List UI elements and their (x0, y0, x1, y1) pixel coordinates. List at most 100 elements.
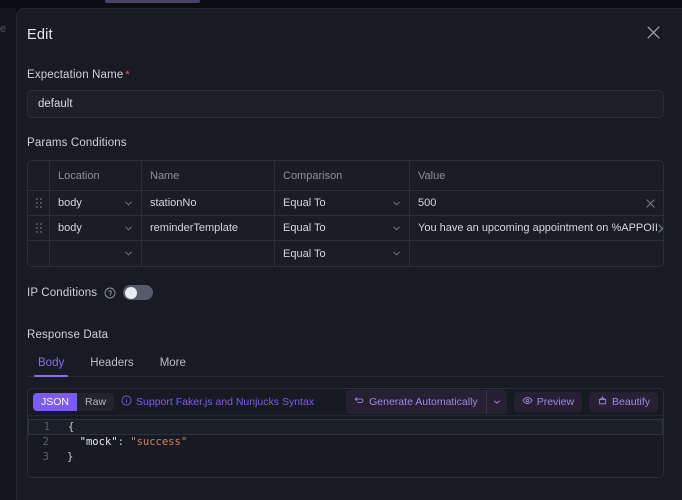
dialog-body: Expectation Name* Params Conditions Loca… (17, 69, 682, 478)
beautify-label: Beautify (612, 396, 650, 408)
header-cell-location: Location (50, 161, 142, 190)
expectation-name-label: Expectation Name * (27, 69, 664, 81)
chevron-down-icon (124, 249, 133, 258)
table-row-new: Equal To (28, 241, 663, 266)
expectation-name-input[interactable] (27, 90, 664, 118)
editor-toolbar: JSON Raw Support Faker.js and Nunjucks S… (28, 389, 663, 416)
row-drag-handle[interactable] (28, 191, 50, 215)
close-icon (646, 26, 660, 44)
faker-syntax-hint-text: Support Faker.js and Nunjucks Syntax (136, 396, 315, 408)
params-conditions-label: Params Conditions (27, 137, 127, 149)
header-cell-value: Value (418, 169, 446, 182)
drag-handle-icon (35, 198, 42, 208)
magic-wand-icon (597, 395, 608, 409)
preview-label: Preview (536, 396, 575, 408)
code-line[interactable]: 1 { (28, 419, 663, 435)
line-number: 2 (42, 436, 49, 448)
cell-value[interactable] (410, 241, 663, 266)
line-number: 3 (42, 451, 49, 463)
dialog-header: Edit (17, 9, 682, 61)
cell-value-text: You have an upcoming appointment on %APP… (418, 222, 658, 234)
background-ghost-text: e (0, 23, 7, 35)
cell-location[interactable]: body (50, 191, 142, 215)
response-data-label: Response Data (27, 329, 109, 341)
code-line[interactable]: 3 } (28, 450, 663, 465)
chevron-down-icon (392, 249, 401, 258)
cell-location[interactable]: body (50, 216, 142, 240)
table-header-row: Location Name Comparison Value (28, 161, 663, 191)
cell-name[interactable]: stationNo (142, 191, 275, 215)
cell-location-value: body (58, 222, 82, 234)
generate-dropdown-button[interactable] (487, 390, 507, 414)
beautify-button[interactable]: Beautify (589, 392, 658, 412)
format-toggle-group: JSON Raw (33, 393, 115, 411)
table-row: body reminderTemplate Equal To You have (28, 216, 663, 241)
cell-value-text: 500 (418, 197, 437, 209)
cell-comparison-value: Equal To (283, 197, 326, 209)
chevron-down-icon (493, 393, 501, 411)
delete-row-icon[interactable] (646, 198, 655, 208)
chevron-down-icon (124, 199, 133, 208)
background-left-strip (0, 8, 16, 500)
generate-automatically-split-button: Generate Automatically (346, 390, 507, 414)
preview-button[interactable]: Preview (513, 392, 583, 412)
page-title: Edit (27, 27, 53, 43)
background-tab-indicator (105, 0, 200, 3)
cell-name[interactable] (142, 241, 275, 266)
cell-comparison-value: Equal To (283, 222, 326, 234)
line-number: 1 (43, 420, 50, 433)
drag-handle-icon (35, 223, 42, 233)
info-circle-icon (121, 395, 132, 409)
edit-expectation-dialog: Edit Expectation Name* Params Conditions (16, 8, 682, 500)
cell-comparison[interactable]: Equal To (275, 241, 410, 266)
line-content: } (67, 451, 74, 463)
response-data-section: Response Data Body Headers More JSON Raw (27, 329, 664, 478)
tab-headers[interactable]: Headers (79, 353, 144, 376)
tab-more[interactable]: More (149, 353, 197, 376)
close-button[interactable] (642, 24, 664, 46)
cell-name[interactable]: reminderTemplate (142, 216, 275, 240)
faker-syntax-hint[interactable]: Support Faker.js and Nunjucks Syntax (121, 395, 314, 409)
header-cell-name: Name (142, 161, 275, 190)
delete-row-icon[interactable] (658, 223, 663, 233)
cell-location[interactable] (50, 241, 142, 266)
refresh-icon (354, 395, 365, 409)
editor-toolbar-actions: Generate Automatically Preview Beautify (346, 390, 658, 414)
generate-automatically-button[interactable]: Generate Automatically (346, 390, 486, 414)
table-row: body stationNo Equal To 500 (28, 191, 663, 216)
params-conditions-table: Location Name Comparison Value body stat… (27, 160, 664, 267)
header-cell-comparison: Comparison (275, 161, 410, 190)
cell-value[interactable]: You have an upcoming appointment on %APP… (410, 216, 663, 240)
toggle-knob (124, 286, 137, 299)
cell-comparison[interactable]: Equal To (275, 191, 410, 215)
row-drag-handle[interactable] (28, 216, 50, 240)
row-drag-placeholder (28, 241, 50, 266)
question-circle-icon[interactable] (104, 287, 116, 299)
response-data-tabs: Body Headers More (27, 353, 664, 377)
code-area[interactable]: 1 { 2 "mock": "success" 3 } (28, 416, 663, 477)
code-line[interactable]: 2 "mock": "success" (28, 435, 663, 450)
eye-icon (522, 395, 533, 409)
ip-conditions-row: IP Conditions (27, 285, 664, 300)
cell-comparison[interactable]: Equal To (275, 216, 410, 240)
chevron-down-icon (392, 224, 401, 233)
ip-conditions-label: IP Conditions (27, 286, 98, 299)
expectation-name-label-text: Expectation Name (27, 69, 124, 81)
tab-body[interactable]: Body (27, 353, 75, 377)
line-content: { (68, 420, 75, 433)
format-json-button[interactable]: JSON (33, 393, 78, 411)
params-conditions-section: Params Conditions Location Name Comparis… (27, 137, 664, 267)
line-content: "mock": "success" (58, 435, 188, 450)
chevron-down-icon (392, 199, 401, 208)
ip-conditions-toggle[interactable] (123, 285, 154, 300)
cell-comparison-value: Equal To (283, 247, 326, 260)
format-raw-button[interactable]: Raw (77, 393, 115, 411)
cell-value[interactable]: 500 (410, 191, 663, 215)
generate-automatically-label: Generate Automatically (369, 396, 478, 408)
response-body-editor: JSON Raw Support Faker.js and Nunjucks S… (27, 388, 664, 478)
required-marker: * (125, 69, 130, 81)
chevron-down-icon (124, 224, 133, 233)
header-cell-drag (28, 161, 50, 190)
json-colon: : (117, 436, 131, 448)
expectation-name-field: Expectation Name * (27, 69, 664, 118)
